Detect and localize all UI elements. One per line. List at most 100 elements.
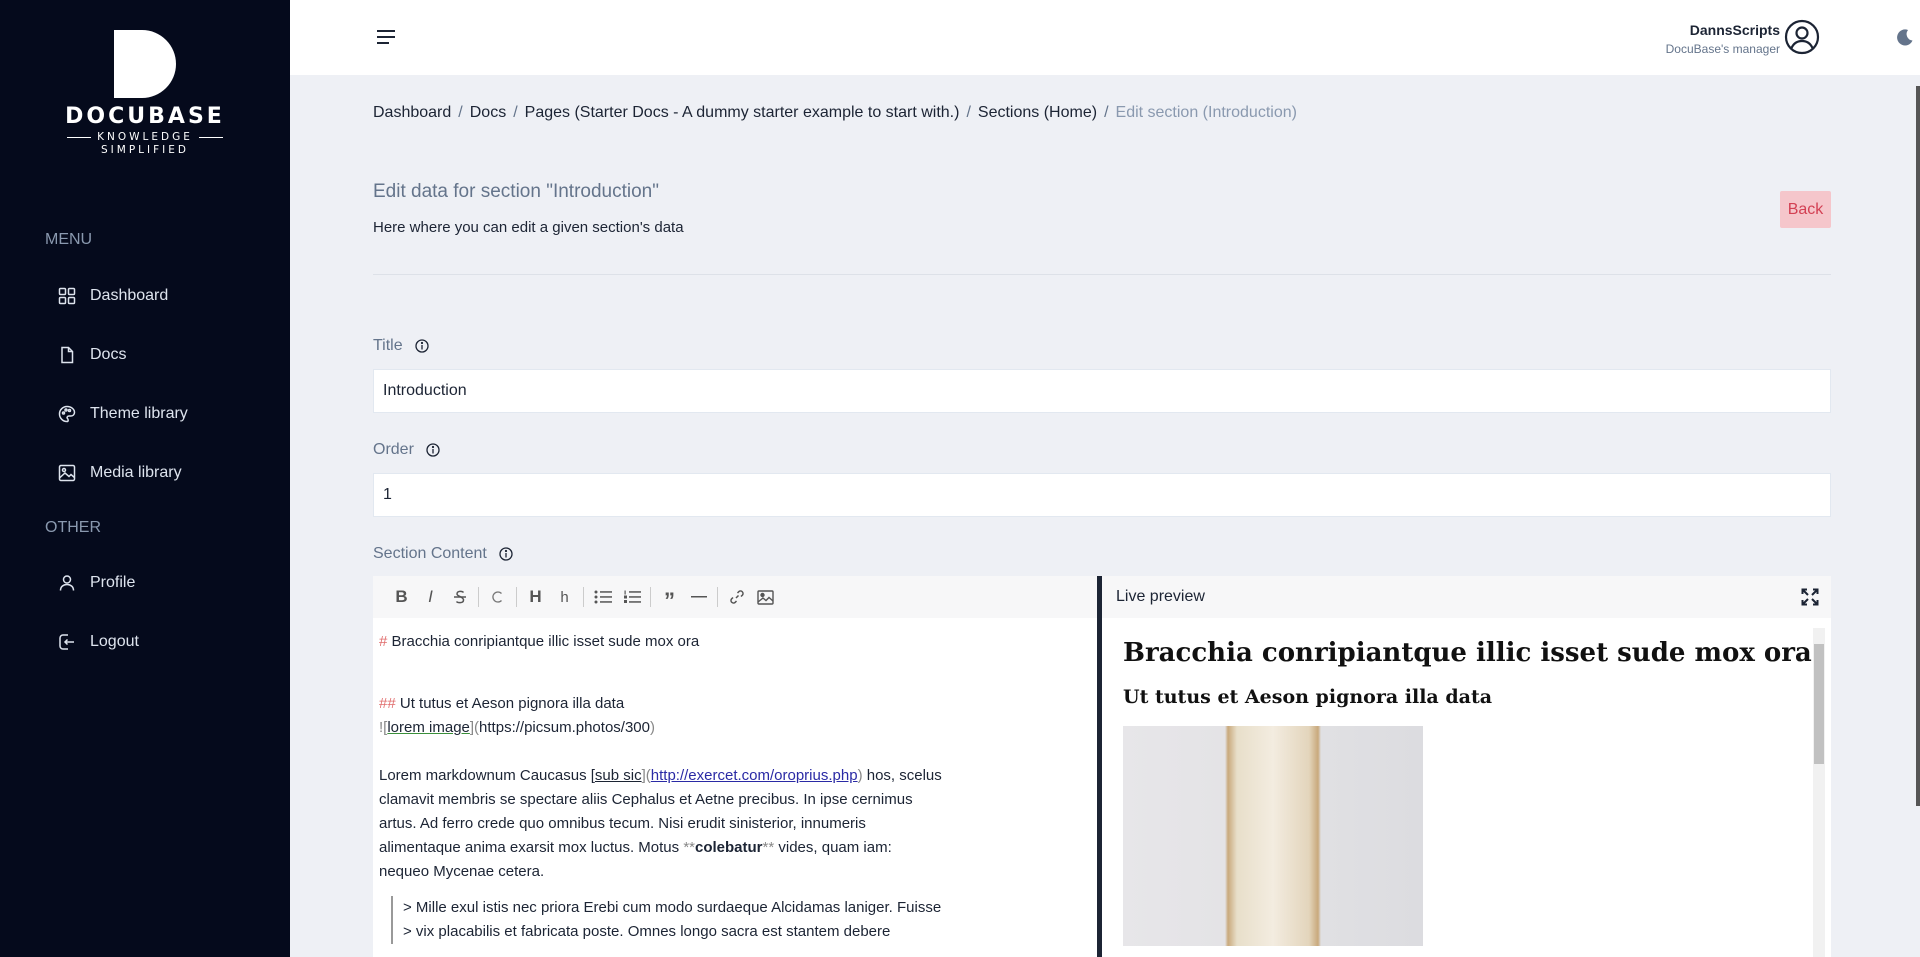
brand-tagline: KNOWLEDGE [0, 131, 290, 143]
breadcrumb-current: Edit section (Introduction) [1115, 104, 1297, 121]
md-marker: ]( [641, 767, 651, 784]
heading-button[interactable]: H [521, 582, 550, 612]
order-label: Order [373, 441, 440, 459]
sidebar-item-theme-library[interactable]: Theme library [58, 399, 188, 429]
quote-line: > vix placabilis et fabricata poste. Omn… [403, 923, 891, 940]
breadcrumb-pages[interactable]: Pages (Starter Docs - A dummy starter ex… [525, 104, 960, 122]
sidebar-item-label: Docs [90, 346, 127, 363]
hamburger-menu-icon[interactable] [375, 27, 397, 47]
md-marker: ** [683, 839, 695, 856]
breadcrumb-dashboard[interactable]: Dashboard [373, 104, 451, 122]
paragraph-text: Lorem markdownum Caucasus [ [379, 767, 595, 784]
info-icon[interactable] [426, 443, 440, 457]
fullscreen-icon[interactable] [1801, 588, 1819, 606]
breadcrumb-docs[interactable]: Docs [470, 104, 506, 122]
brand-logo[interactable]: DOCUBASE KNOWLEDGE SIMPLIFIED [0, 30, 290, 156]
editor-toolbar: B I H h ” [373, 576, 1097, 618]
paragraph-text: hos, scelus [862, 767, 942, 784]
info-icon[interactable] [499, 547, 513, 561]
h1-text: Bracchia conripiantque illic isset sude … [391, 633, 700, 650]
other-section-title: OTHER [45, 519, 101, 536]
link-button[interactable] [722, 582, 751, 612]
palette-icon [58, 405, 76, 423]
bullet-list-icon [594, 590, 612, 604]
ordered-list-button[interactable] [617, 582, 646, 612]
user-avatar-icon[interactable] [1784, 19, 1820, 55]
paragraph-text: alimentaque anima exarsit mox luctus. Mo… [379, 839, 684, 856]
page-scrollbar[interactable] [1916, 86, 1920, 806]
bold-text: colebatur [695, 839, 763, 856]
sidebar-item-label: Media library [90, 464, 182, 481]
md-marker: ** [762, 839, 775, 856]
sidebar-item-logout[interactable]: Logout [58, 627, 139, 657]
preview-header: Live preview [1102, 576, 1831, 618]
image-button[interactable] [751, 582, 780, 612]
sidebar-item-docs[interactable]: Docs [58, 340, 126, 370]
order-label-text: Order [373, 441, 414, 458]
paragraph-text: artus. Ad ferro crede quo omnibus tecum.… [379, 815, 866, 832]
italic-button[interactable]: I [416, 582, 445, 612]
user-role: DocuBase's manager [1665, 42, 1780, 56]
preview-heading-1: Bracchia conripiantque illic isset sude … [1123, 638, 1812, 668]
md-marker: ## [379, 695, 396, 712]
editor-paragraph: Lorem markdownum Caucasus [sub sic](http… [379, 764, 1091, 884]
sidebar-item-label: Logout [90, 633, 139, 650]
paragraph-text: clamavit membris se spectare aliis Cepha… [379, 791, 913, 808]
breadcrumb: Dashboard / Docs / Pages (Starter Docs -… [373, 104, 1297, 122]
sidebar-item-media-library[interactable]: Media library [58, 458, 182, 488]
image-icon [58, 464, 76, 482]
editor-line-h2: ## Ut tutus et Aeson pignora illa data [379, 692, 1091, 716]
content-label-text: Section Content [373, 545, 487, 562]
paragraph-text: nequeo Mycenae cetera. [379, 863, 545, 880]
sidebar-item-profile[interactable]: Profile [58, 568, 135, 598]
divider [373, 274, 1831, 275]
menu-section-title: MENU [45, 231, 93, 248]
user-name[interactable]: DannsScripts [1690, 22, 1780, 38]
preview-scrollbar-thumb[interactable] [1814, 644, 1824, 764]
brand-tagline-1: KNOWLEDGE [97, 131, 193, 143]
preview-scrollbar[interactable] [1813, 628, 1825, 957]
order-input[interactable] [373, 473, 1831, 517]
code-button[interactable] [483, 582, 512, 612]
sidebar-item-label: Profile [90, 574, 136, 591]
preview-heading-2: Ut tutus et Aeson pignora illa data [1123, 686, 1493, 708]
strikethrough-button[interactable] [445, 582, 474, 612]
heading-smaller-button[interactable]: h [550, 582, 579, 612]
title-input[interactable] [373, 369, 1831, 413]
toolbar-separator [717, 587, 718, 607]
sidebar-item-dashboard[interactable]: Dashboard [58, 281, 168, 311]
breadcrumb-sections[interactable]: Sections (Home) [978, 104, 1097, 122]
paragraph-text: vides, quam iam: [774, 839, 892, 856]
editor-content[interactable]: # Bracchia conripiantque illic isset sud… [373, 618, 1097, 956]
user-icon [59, 575, 75, 591]
live-preview-panel: Live preview Bracchia conripiantque illi… [1097, 576, 1831, 957]
top-header: DannsScripts DocuBase's manager [290, 0, 1920, 75]
h2-text: Ut tutus et Aeson pignora illa data [399, 695, 625, 712]
unordered-list-button[interactable] [588, 582, 617, 612]
back-button[interactable]: Back [1780, 191, 1831, 228]
horizontal-rule-button[interactable] [684, 582, 713, 612]
sidebar: DOCUBASE KNOWLEDGE SIMPLIFIED MENU Dashb… [0, 0, 290, 957]
link-url[interactable]: http://exercet.com/oroprius.php [651, 767, 858, 784]
quote-button[interactable]: ” [655, 582, 684, 613]
page-title: Edit data for section "Introduction" [373, 181, 659, 202]
docubase-logo-icon [114, 30, 176, 98]
toolbar-separator [583, 587, 584, 607]
toolbar-separator [516, 587, 517, 607]
bold-button[interactable]: B [387, 582, 416, 612]
breadcrumb-separator: / [458, 104, 463, 121]
breadcrumb-separator: / [1104, 104, 1109, 121]
brand-tagline-2: SIMPLIFIED [101, 144, 189, 156]
brand-name: DOCUBASE [65, 104, 225, 129]
moon-icon[interactable] [1895, 27, 1915, 47]
image-alt-text: lorem image [387, 719, 470, 736]
editor-line-h1: # Bracchia conripiantque illic isset sud… [379, 630, 1091, 654]
preview-image [1123, 726, 1423, 946]
markdown-editor[interactable]: B I H h ” # Bracchia conripiantque illic… [373, 576, 1097, 957]
grid-icon [58, 287, 76, 305]
editor-blockquote: > Mille exul istis nec priora Erebi cum … [391, 896, 1091, 944]
title-label: Title [373, 337, 429, 355]
info-icon[interactable] [414, 339, 429, 353]
horizontal-rule-icon [690, 596, 707, 598]
code-icon [491, 591, 502, 603]
